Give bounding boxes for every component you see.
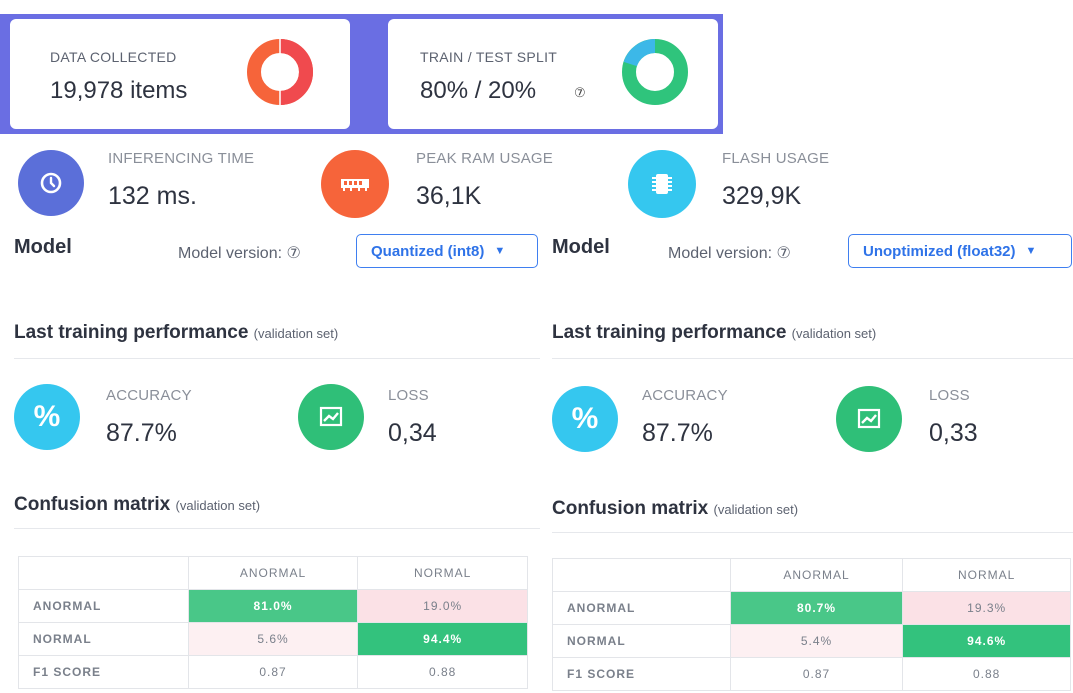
train-test-label: TRAIN / TEST SPLIT bbox=[420, 49, 558, 65]
table-row: NORMAL 5.4% 94.6% bbox=[552, 624, 1071, 658]
data-collected-pie-icon bbox=[247, 39, 313, 105]
divider bbox=[14, 358, 540, 359]
divider bbox=[14, 528, 540, 529]
row-label: ANORMAL bbox=[552, 591, 731, 625]
caret-down-icon: ▼ bbox=[494, 245, 506, 257]
percent-icon: % bbox=[552, 386, 618, 452]
help-icon[interactable]: ⑦ bbox=[574, 85, 586, 101]
table-header-cell: ANORMAL bbox=[187, 556, 359, 590]
table-cell: 19.3% bbox=[902, 591, 1071, 625]
flash-value: 329,9K bbox=[722, 182, 802, 210]
peak-ram-value: 36,1K bbox=[416, 182, 482, 210]
row-label: F1 SCORE bbox=[18, 655, 189, 689]
table-row: NORMAL 5.6% 94.4% bbox=[18, 622, 528, 656]
table-cell: 5.6% bbox=[187, 622, 359, 656]
table-corner-cell bbox=[18, 556, 189, 590]
loss-label: LOSS bbox=[929, 387, 970, 404]
model-version-value: Unoptimized (float32) bbox=[863, 242, 1016, 260]
trend-chart-icon bbox=[836, 386, 902, 452]
table-cell: 94.6% bbox=[902, 624, 1071, 658]
model-title: Model bbox=[14, 236, 72, 258]
summary-band: DATA COLLECTED 19,978 items TRAIN / TEST… bbox=[0, 14, 723, 134]
chip-icon bbox=[628, 150, 696, 218]
loss-value: 0,33 bbox=[929, 419, 978, 447]
table-row: F1 SCORE 0.87 0.88 bbox=[552, 657, 1071, 691]
table-row: ANORMAL 81.0% 19.0% bbox=[18, 589, 528, 623]
cm-note: (validation set) bbox=[713, 502, 799, 517]
perf-note: (validation set) bbox=[253, 326, 339, 341]
model-version-text: Model version: bbox=[178, 245, 283, 262]
accuracy-label: ACCURACY bbox=[106, 387, 192, 404]
model-version-label: Model version: ⑦ bbox=[178, 243, 301, 263]
train-test-value: 80% / 20% bbox=[420, 77, 537, 104]
table-cell: 0.88 bbox=[902, 657, 1071, 691]
model-version-select[interactable]: Unoptimized (float32) ▼ bbox=[848, 234, 1072, 268]
data-collected-label: DATA COLLECTED bbox=[50, 49, 177, 65]
row-label: NORMAL bbox=[552, 624, 731, 658]
table-cell: 81.0% bbox=[187, 589, 359, 623]
table-cell: 0.88 bbox=[357, 655, 528, 689]
perf-title-text: Last training performance bbox=[552, 322, 787, 343]
row-label: NORMAL bbox=[18, 622, 189, 656]
data-collected-card: DATA COLLECTED 19,978 items bbox=[10, 19, 350, 129]
accuracy-value: 87.7% bbox=[642, 419, 713, 447]
help-icon[interactable]: ⑦ bbox=[777, 245, 791, 262]
accuracy-label: ACCURACY bbox=[642, 387, 728, 404]
ram-icon bbox=[321, 150, 389, 218]
data-collected-value: 19,978 items bbox=[50, 77, 188, 104]
perf-title: Last training performance (validation se… bbox=[14, 322, 338, 344]
loss-label: LOSS bbox=[388, 387, 429, 404]
table-header-row: ANORMAL NORMAL bbox=[552, 558, 1071, 592]
table-corner-cell bbox=[552, 558, 731, 592]
table-header-cell: ANORMAL bbox=[729, 558, 904, 592]
inferencing-time-label: INFERENCING TIME bbox=[108, 150, 255, 167]
cm-title-text: Confusion matrix bbox=[552, 498, 709, 519]
table-row: ANORMAL 80.7% 19.3% bbox=[552, 591, 1071, 625]
perf-title: Last training performance (validation se… bbox=[552, 322, 876, 344]
divider bbox=[552, 358, 1073, 359]
train-test-pie-icon bbox=[622, 39, 688, 105]
confusion-matrix-table: ANORMAL NORMAL ANORMAL 81.0% 19.0% NORMA… bbox=[18, 556, 528, 689]
row-label: F1 SCORE bbox=[552, 657, 731, 691]
table-header-cell: NORMAL bbox=[357, 556, 528, 590]
table-row: F1 SCORE 0.87 0.88 bbox=[18, 655, 528, 689]
cm-note: (validation set) bbox=[175, 498, 261, 513]
table-cell: 80.7% bbox=[729, 591, 904, 625]
flash-label: FLASH USAGE bbox=[722, 150, 830, 167]
table-cell: 5.4% bbox=[729, 624, 904, 658]
cm-title: Confusion matrix (validation set) bbox=[552, 498, 798, 520]
accuracy-value: 87.7% bbox=[106, 419, 177, 447]
caret-down-icon: ▼ bbox=[1025, 245, 1037, 257]
table-cell: 0.87 bbox=[729, 657, 904, 691]
row-label: ANORMAL bbox=[18, 589, 189, 623]
table-header-cell: NORMAL bbox=[902, 558, 1071, 592]
confusion-matrix-table: ANORMAL NORMAL ANORMAL 80.7% 19.3% NORMA… bbox=[552, 558, 1071, 691]
model-panel-unoptimized: Model Model version: ⑦ Unoptimized (floa… bbox=[548, 230, 1073, 693]
inferencing-time-value: 132 ms. bbox=[108, 182, 197, 210]
model-version-value: Quantized (int8) bbox=[371, 242, 485, 260]
loss-value: 0,34 bbox=[388, 419, 437, 447]
cm-title-text: Confusion matrix bbox=[14, 494, 171, 515]
cm-title: Confusion matrix (validation set) bbox=[14, 494, 260, 516]
peak-ram-label: PEAK RAM USAGE bbox=[416, 150, 554, 167]
train-test-card: TRAIN / TEST SPLIT 80% / 20% ⑦ bbox=[388, 19, 718, 129]
table-cell: 0.87 bbox=[187, 655, 359, 689]
perf-title-text: Last training performance bbox=[14, 322, 249, 343]
model-version-select[interactable]: Quantized (int8) ▼ bbox=[356, 234, 538, 268]
table-cell: 94.4% bbox=[357, 622, 528, 656]
model-title: Model bbox=[552, 236, 610, 258]
model-panel-quantized: Model Model version: ⑦ Quantized (int8) ▼… bbox=[0, 230, 540, 693]
help-icon[interactable]: ⑦ bbox=[287, 245, 301, 262]
divider bbox=[552, 532, 1073, 533]
perf-note: (validation set) bbox=[791, 326, 877, 341]
clock-icon bbox=[18, 150, 84, 216]
model-version-label: Model version: ⑦ bbox=[668, 243, 791, 263]
table-cell: 19.0% bbox=[357, 589, 528, 623]
percent-icon: % bbox=[14, 384, 80, 450]
model-version-text: Model version: bbox=[668, 245, 773, 262]
table-header-row: ANORMAL NORMAL bbox=[18, 556, 528, 590]
trend-chart-icon bbox=[298, 384, 364, 450]
